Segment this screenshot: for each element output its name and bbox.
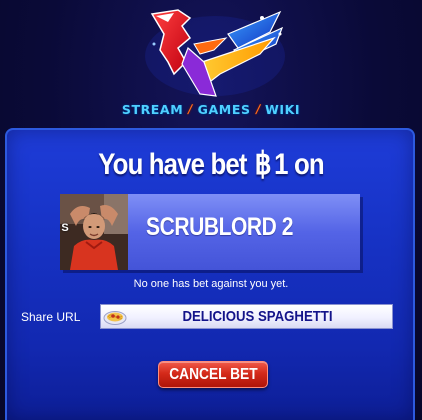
avatar-photo-graphic (60, 194, 128, 270)
share-url-field[interactable]: DELICIOUS SPAGHETTI (100, 304, 393, 329)
bet-title-prefix: You have bet (98, 148, 247, 181)
site-logo-icon[interactable] (130, 4, 295, 100)
bet-amount: 1 on (274, 148, 324, 181)
top-nav: STREAM / GAMES / WIKI (0, 99, 422, 119)
avatar-letter: S (61, 222, 69, 234)
nav-games-link[interactable]: GAMES (198, 102, 251, 117)
bet-title: You have bet ฿ 1 on (30, 146, 393, 182)
opponent-card[interactable]: S SCRUBLORD 2 (60, 194, 363, 273)
nav-separator: / (254, 102, 262, 116)
currency-symbol: ฿ (254, 146, 272, 181)
falcon-logo-graphic (145, 9, 285, 97)
nav-separator: / (187, 102, 194, 116)
share-url-value: DELICIOUS SPAGHETTI (182, 308, 333, 325)
bet-status-text: No one has bet against you yet. (133, 278, 289, 290)
user-photo-avatar (60, 194, 128, 270)
opponent-name: SCRUBLORD 2 (146, 213, 294, 241)
cancel-bet-button[interactable]: CANCEL BET (158, 361, 268, 388)
nav-wiki-link[interactable]: WIKI (265, 102, 300, 117)
cancel-bet-label: CANCEL BET (168, 366, 258, 383)
spaghetti-plate-icon (103, 308, 127, 326)
nav-stream-link[interactable]: STREAM (122, 102, 183, 117)
share-url-label: Share URL (21, 310, 81, 324)
page: STREAM / GAMES / WIKI You have bet ฿ 1 on (0, 0, 422, 420)
